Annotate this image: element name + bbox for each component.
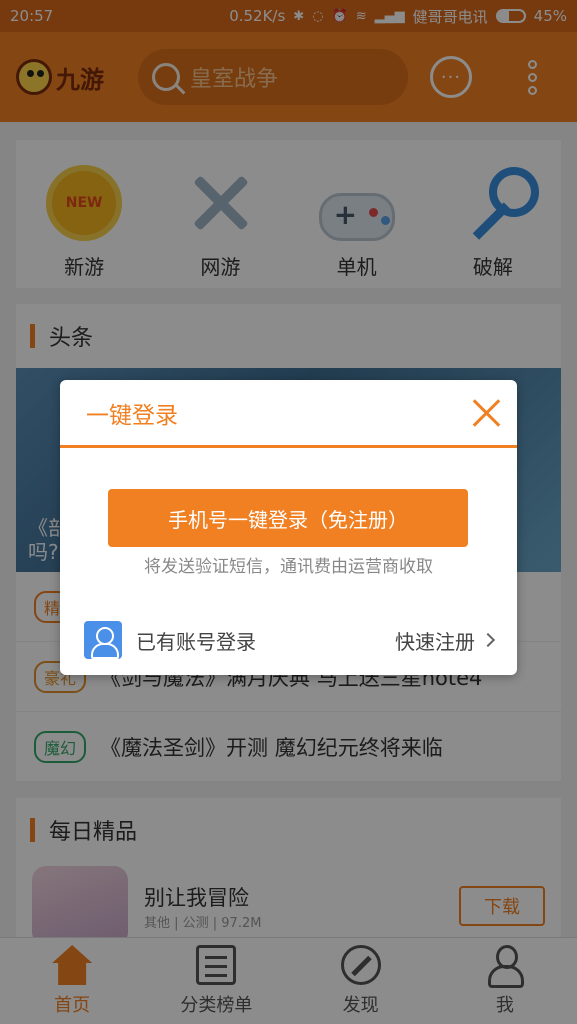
dialog-title: 一键登录 bbox=[86, 402, 178, 429]
account-icon[interactable] bbox=[84, 621, 122, 659]
dialog-footer: 已有账号登录 快速注册 bbox=[84, 620, 496, 660]
sms-note: 将发送验证短信，通讯费由运营商收取 bbox=[144, 557, 433, 577]
close-icon[interactable] bbox=[471, 398, 501, 428]
phone-login-button[interactable]: 手机号一键登录（免注册） bbox=[108, 489, 468, 547]
account-login-link[interactable]: 已有账号登录 bbox=[136, 626, 395, 655]
dialog-header: 一键登录 bbox=[60, 380, 517, 448]
login-dialog: 一键登录 手机号一键登录（免注册） 将发送验证短信，通讯费由运营商收取 已有账号… bbox=[60, 380, 517, 675]
quick-register-link[interactable]: 快速注册 bbox=[395, 626, 475, 655]
chevron-right-icon[interactable] bbox=[480, 632, 496, 648]
